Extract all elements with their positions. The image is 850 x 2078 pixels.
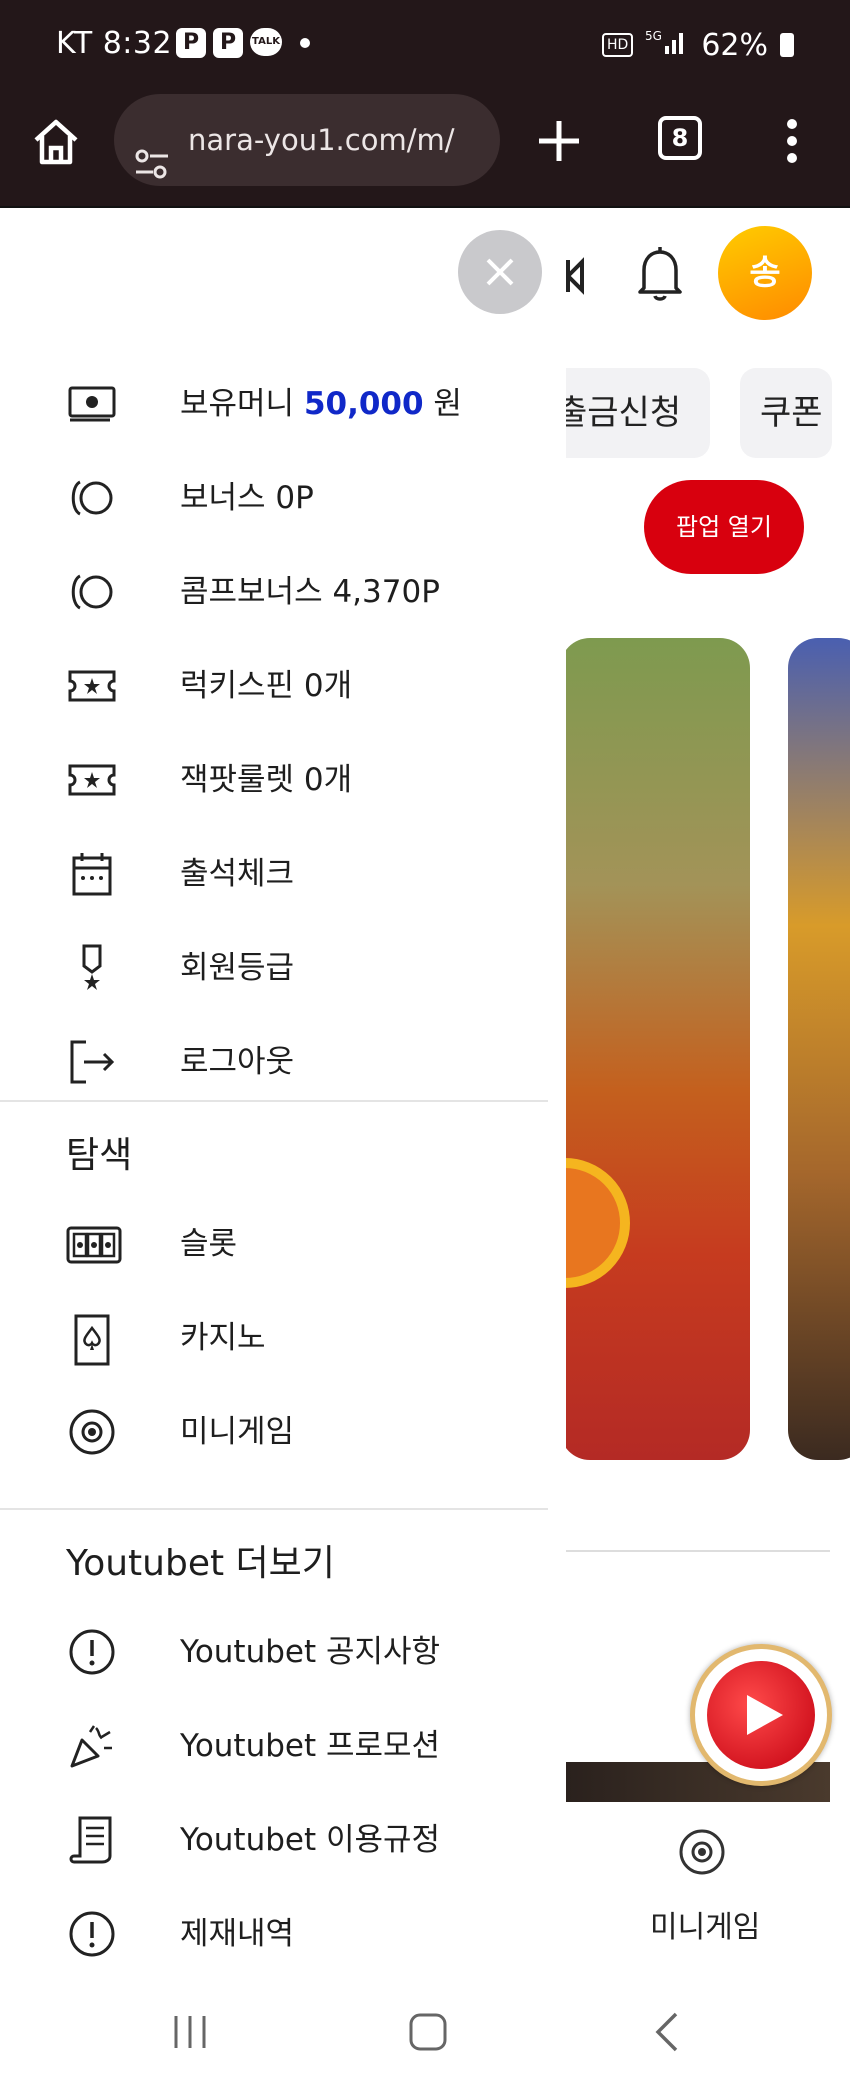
slot-icon xyxy=(66,1220,122,1268)
drawer-item-slot[interactable]: 슬롯 xyxy=(0,1204,548,1284)
drawer-divider xyxy=(0,1508,548,1510)
drawer-item-label: 보너스 0P xyxy=(180,480,314,516)
more-heading: Youtubet 더보기 xyxy=(66,1543,335,1584)
medal-icon xyxy=(66,944,118,992)
drawer-item-label: 보유머니 50,000 원 xyxy=(180,364,462,444)
drawer-item-membership-level[interactable]: 회원등급 xyxy=(0,928,548,1008)
battery-icon xyxy=(780,33,794,57)
drawer-item-label: 출석체크 xyxy=(180,856,295,892)
chip-icon[interactable] xyxy=(678,1828,726,1876)
overflow-menu-icon[interactable] xyxy=(782,118,802,164)
youtube-float-button[interactable] xyxy=(690,1644,832,1786)
drawer-item-label: 로그아웃 xyxy=(180,1044,295,1080)
coin-icon xyxy=(66,474,118,522)
new-tab-icon[interactable] xyxy=(536,118,582,164)
drawer-item-label: 미니게임 xyxy=(180,1414,295,1450)
site-settings-icon[interactable] xyxy=(134,124,170,179)
status-bar: KT 8:32 P P TALK HD 5G 62% xyxy=(0,0,850,92)
drawer-item-bonus[interactable]: 보너스 0P xyxy=(0,458,548,538)
close-icon xyxy=(486,258,514,286)
tab-switcher-button[interactable]: 8 xyxy=(658,116,702,160)
banner-badge xyxy=(560,1158,630,1288)
url-text[interactable]: nara-you1.com/m/ xyxy=(188,123,454,157)
address-bar[interactable]: nara-you1.com/m/ xyxy=(114,94,500,186)
drawer-item-label: 카지노 xyxy=(180,1320,266,1356)
money-amount: 50,000 xyxy=(303,386,424,422)
logout-icon xyxy=(66,1038,118,1086)
document-icon xyxy=(66,1816,118,1864)
open-popup-button[interactable]: 팝업 열기 xyxy=(644,480,804,574)
ticket-icon xyxy=(66,756,118,804)
alert-icon xyxy=(66,1628,118,1676)
drawer-item-label: 회원등급 xyxy=(180,950,295,986)
kakaotalk-notification-icon: TALK xyxy=(250,28,282,56)
chip-icon xyxy=(66,1408,118,1456)
drawer-item-label: 콤프보너스 4,370P xyxy=(180,574,440,610)
hd-icon: HD xyxy=(602,33,634,57)
party-popper-icon xyxy=(66,1722,118,1770)
drawer-item-label: Youtubet 이용규정 xyxy=(180,1822,441,1858)
drawer-item-attendance[interactable]: 출석체크 xyxy=(0,834,548,914)
drawer-item-notice[interactable]: Youtubet 공지사항 xyxy=(0,1612,548,1692)
coupon-chip[interactable]: 쿠폰 xyxy=(740,368,832,458)
drawer-item-comp-bonus[interactable]: 콤프보너스 4,370P xyxy=(0,552,548,632)
ticket-icon xyxy=(66,662,118,710)
drawer-item-label: 잭팟룰렛 0개 xyxy=(180,762,353,798)
status-time: KT 8:32 xyxy=(56,26,173,61)
play-icon xyxy=(707,1661,815,1769)
signal-icon: 5G xyxy=(645,26,689,64)
drawer-item-sanctions[interactable]: 제재내역 xyxy=(0,1894,548,1974)
battery-percent: 62% xyxy=(701,27,768,63)
card-icon xyxy=(66,1314,118,1366)
close-drawer-button[interactable] xyxy=(458,230,542,314)
game-banner[interactable] xyxy=(560,638,750,1460)
drawer-item-label: 제재내역 xyxy=(180,1916,295,1952)
p-notification-icon: P xyxy=(176,28,206,58)
video-icon[interactable] xyxy=(565,256,586,296)
bell-icon[interactable] xyxy=(636,244,684,304)
drawer-item-label: 슬롯 xyxy=(180,1226,238,1262)
section-divider xyxy=(566,1550,830,1552)
mini-game-label[interactable]: 미니게임 xyxy=(650,1902,760,1946)
money-unit: 원 xyxy=(423,386,462,422)
drawer-item-casino[interactable]: 카지노 xyxy=(0,1298,548,1378)
svg-text:5G: 5G xyxy=(645,29,662,43)
drawer-item-label: Youtubet 공지사항 xyxy=(180,1634,441,1670)
drawer-item-promotion[interactable]: Youtubet 프로모션 xyxy=(0,1706,548,1786)
more-notifications-dot xyxy=(300,38,310,48)
drawer-item-jackpot-roulette[interactable]: 잭팟룰렛 0개 xyxy=(0,740,548,820)
status-right-group: HD 5G 62% xyxy=(602,26,794,64)
drawer-item-minigame[interactable]: 미니게임 xyxy=(0,1392,548,1472)
calendar-icon xyxy=(66,850,118,898)
system-nav-bar xyxy=(0,1988,850,2078)
drawer-item-money[interactable]: 보유머니 50,000 원 xyxy=(0,364,548,444)
drawer-item-lucky-spin[interactable]: 럭키스핀 0개 xyxy=(0,646,548,726)
home-nav-icon[interactable] xyxy=(398,2002,458,2062)
recent-apps-icon[interactable] xyxy=(160,2002,220,2062)
side-drawer: 보유머니 50,000 원 보너스 0P 콤프보너스 4,370P 럭키스핀 0… xyxy=(0,208,566,1988)
drawer-item-logout[interactable]: 로그아웃 xyxy=(0,1022,548,1102)
money-label: 보유머니 xyxy=(180,386,304,422)
wallet-icon xyxy=(66,380,118,428)
drawer-item-label: Youtubet 프로모션 xyxy=(180,1728,441,1764)
avatar[interactable]: 송 xyxy=(718,226,812,320)
game-banner[interactable] xyxy=(788,638,850,1460)
drawer-item-terms[interactable]: Youtubet 이용규정 xyxy=(0,1800,548,1880)
screen: KT 8:32 P P TALK HD 5G 62% nara-you1.com… xyxy=(0,0,850,2078)
drawer-item-label: 럭키스핀 0개 xyxy=(180,668,353,704)
alert-icon xyxy=(66,1910,118,1958)
back-icon[interactable] xyxy=(638,2002,698,2062)
coin-icon xyxy=(66,568,118,616)
explore-heading: 탐색 xyxy=(66,1135,133,1176)
browser-toolbar: nara-you1.com/m/ 8 xyxy=(0,92,850,208)
drawer-divider xyxy=(0,1100,548,1102)
home-icon[interactable] xyxy=(30,116,82,168)
p-notification-icon: P xyxy=(213,28,243,58)
